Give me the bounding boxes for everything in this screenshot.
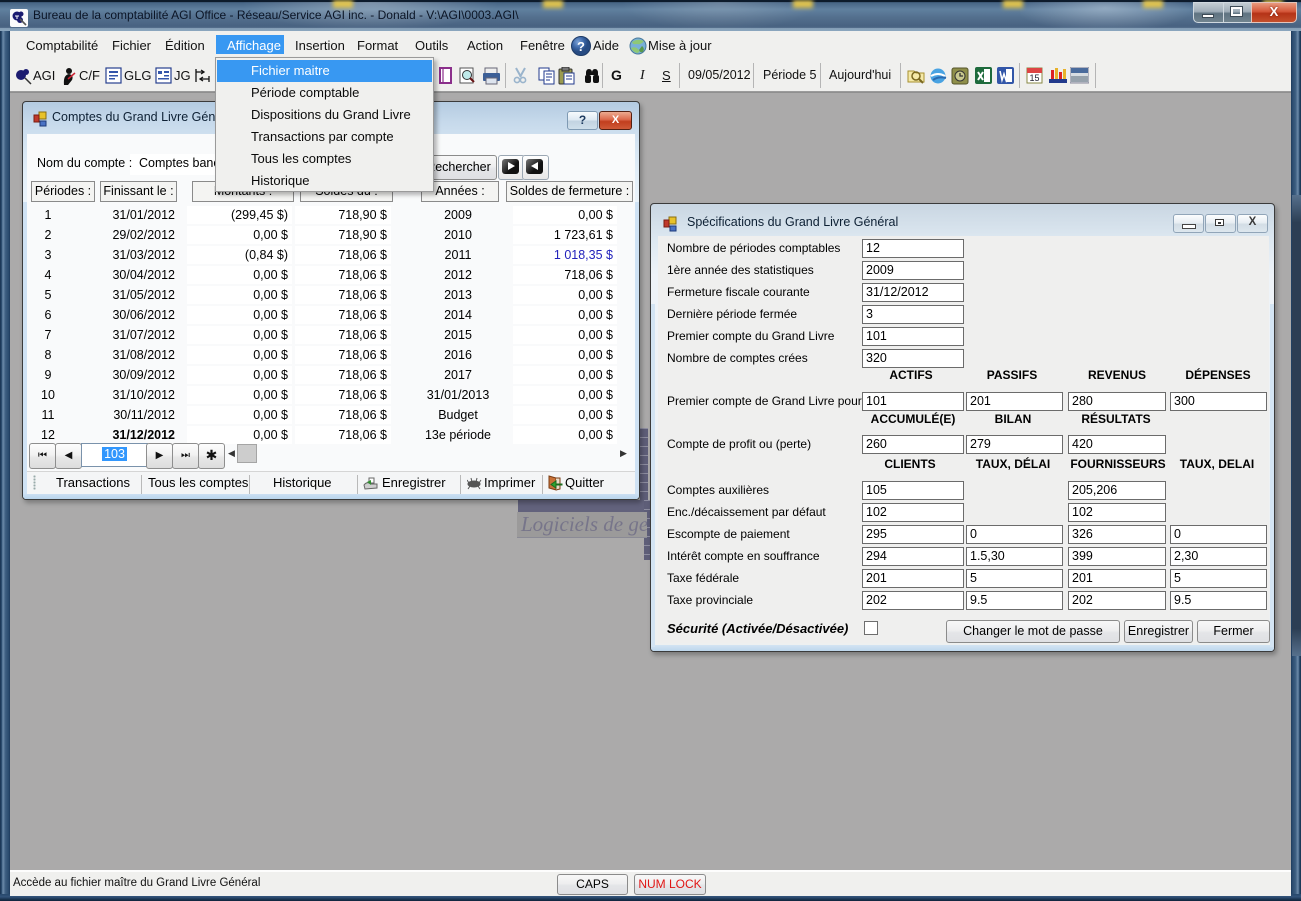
svg-text:?: ? xyxy=(577,39,585,54)
svg-text:15: 15 xyxy=(1029,73,1039,83)
